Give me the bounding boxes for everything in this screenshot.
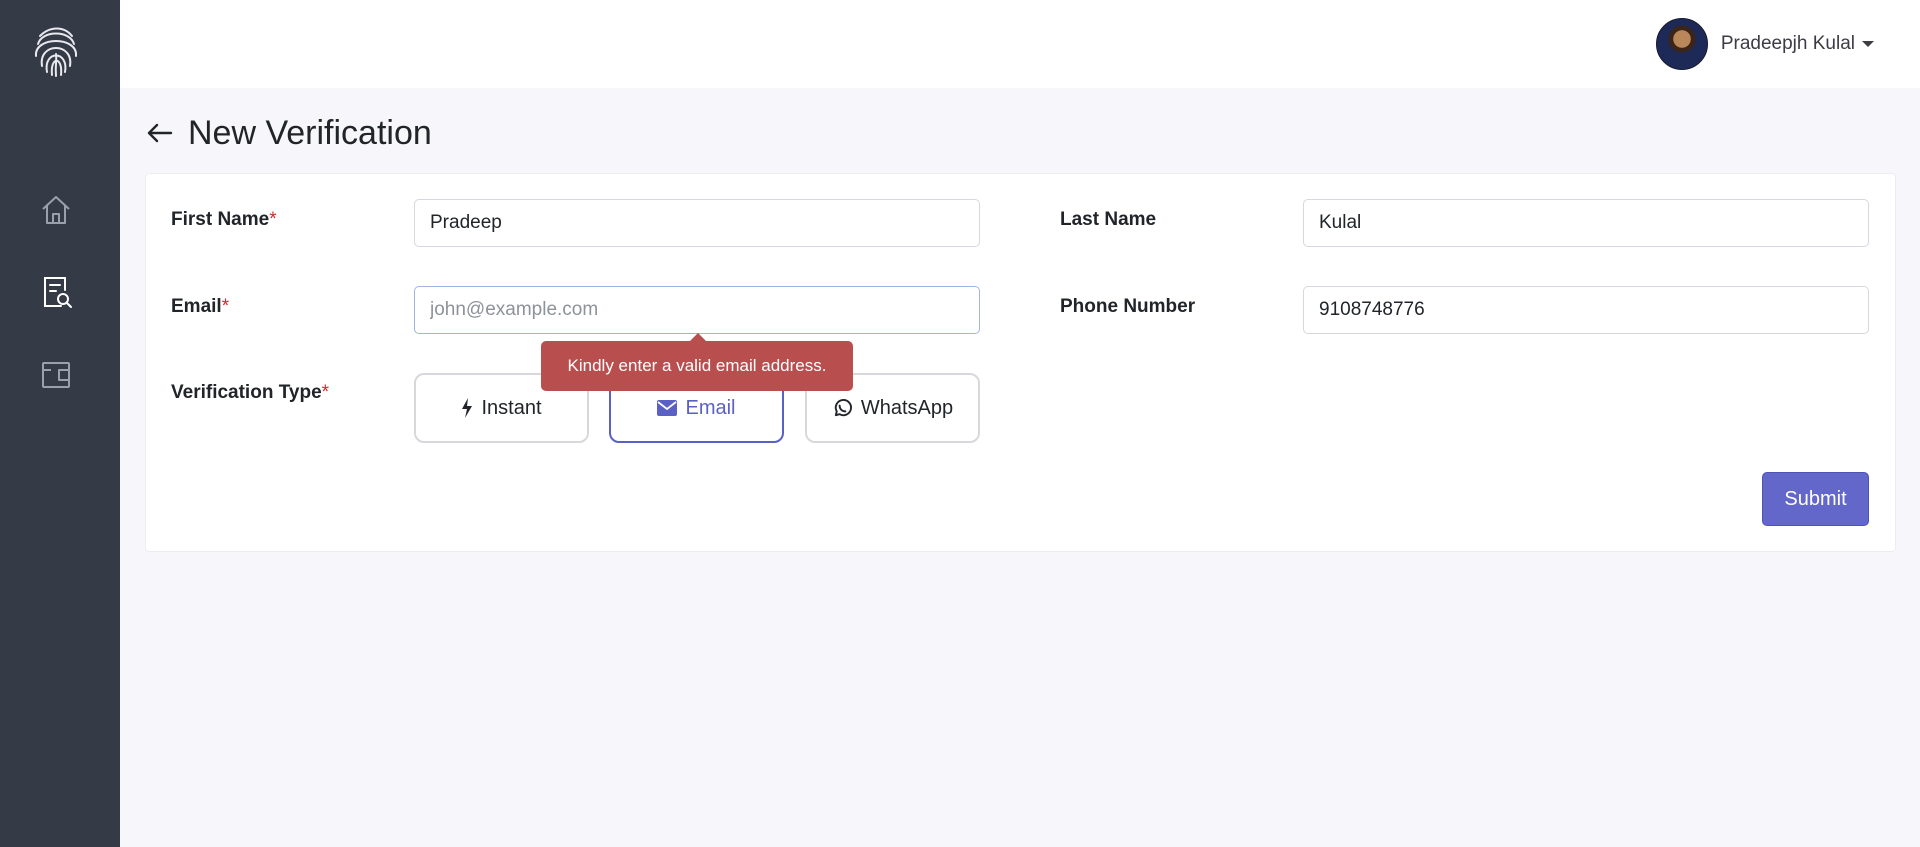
- verification-type-label: Verification Type*: [171, 382, 329, 404]
- caret-down-icon[interactable]: [1862, 41, 1874, 47]
- required-marker: *: [321, 382, 330, 403]
- user-name[interactable]: Pradeepjh Kulal: [1721, 33, 1855, 55]
- submit-button[interactable]: Submit: [1762, 472, 1869, 526]
- fingerprint-icon[interactable]: [30, 24, 82, 80]
- avatar[interactable]: [1655, 18, 1708, 70]
- first-name-label-text: First Name: [171, 209, 270, 230]
- top-bar: Pradeepjh Kulal: [120, 0, 1920, 88]
- required-marker: *: [269, 209, 277, 230]
- first-name-label: First Name*: [171, 209, 277, 231]
- whatsapp-label: WhatsApp: [860, 396, 954, 419]
- email-option-label: Email: [685, 396, 736, 419]
- email-label-text: Email: [171, 296, 222, 317]
- email-validation-tooltip: Kindly enter a valid email address.: [541, 333, 853, 391]
- last-name-label: Last Name: [1060, 209, 1157, 230]
- phone-number-input[interactable]: [1303, 286, 1869, 334]
- page-title: New Verification: [188, 113, 432, 152]
- first-name-input[interactable]: [414, 199, 980, 247]
- email-input[interactable]: [414, 286, 980, 334]
- email-label: Email*: [171, 296, 229, 318]
- bolt-icon: [462, 398, 473, 418]
- phone-number-label: Phone Number: [1060, 296, 1196, 317]
- wallet-icon[interactable]: [38, 357, 74, 393]
- last-name-input[interactable]: [1303, 199, 1869, 247]
- verification-type-label-text: Verification Type: [171, 382, 322, 403]
- sidebar: [0, 0, 120, 847]
- whatsapp-icon: [834, 398, 852, 416]
- verification-form-card: First Name* Last Name Email* Phone Numbe…: [145, 173, 1896, 552]
- verification-search-icon[interactable]: [38, 274, 74, 310]
- home-icon[interactable]: [38, 192, 74, 228]
- arrow-left-icon[interactable]: [146, 119, 174, 147]
- instant-label: Instant: [481, 396, 542, 419]
- user-menu[interactable]: Pradeepjh Kulal: [1655, 18, 1874, 70]
- required-marker: *: [221, 296, 230, 317]
- envelope-icon: [657, 400, 678, 416]
- page-header: New Verification: [146, 110, 432, 156]
